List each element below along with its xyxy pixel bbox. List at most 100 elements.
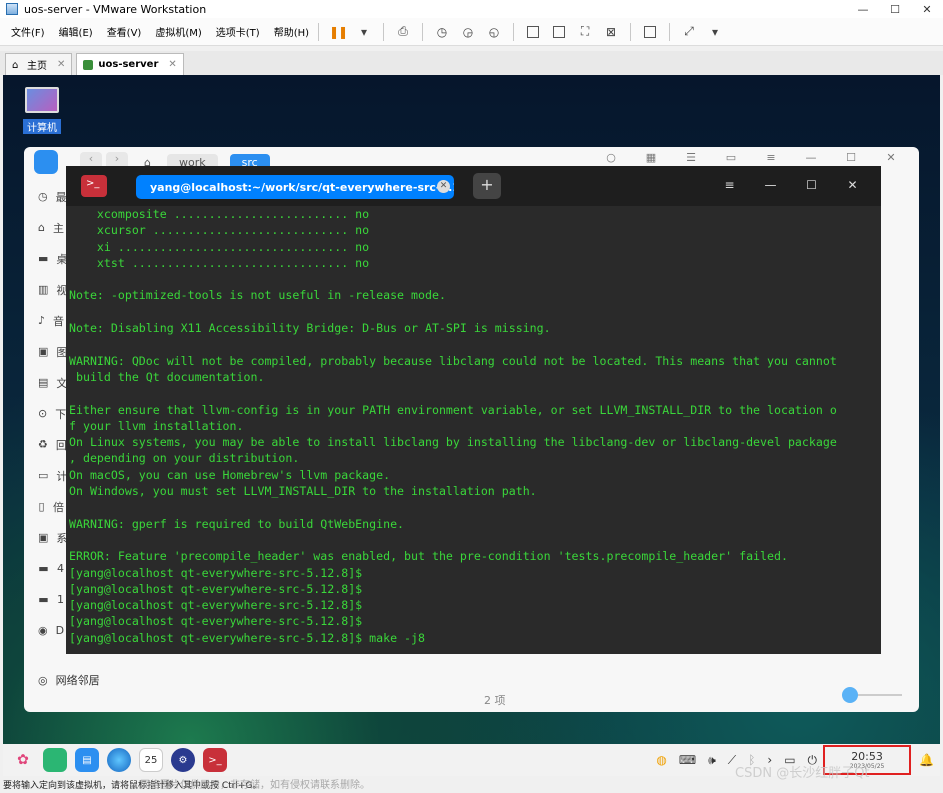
sidebar-item-disk-1[interactable]: ▬ 1 <box>24 584 64 615</box>
menu-vm[interactable]: 虚拟机(M) <box>152 24 204 39</box>
window-title: uos-server - VMware Workstation <box>24 2 207 16</box>
tab-home[interactable]: ⌂ 主页 ✕ <box>5 53 73 75</box>
terminal-tab[interactable]: yang@localhost:~/work/src/qt-everywhere-… <box>136 175 454 199</box>
browser-icon[interactable] <box>107 748 131 772</box>
home-icon: ⌂ <box>38 221 45 234</box>
snapshot-icon[interactable]: ◷ <box>432 22 452 42</box>
tab-close-icon[interactable]: ✕ <box>168 59 176 70</box>
close-icon[interactable]: ✕ <box>832 178 873 192</box>
sidebar-item-downloads[interactable]: ⊙ 下 <box>24 398 66 429</box>
terminal-line: On macOS, you can use Homebrew's llvm pa… <box>69 467 391 482</box>
sidebar-item-music[interactable]: ♪ 音 <box>24 305 64 336</box>
keyboard-icon[interactable]: ⌨ <box>679 753 696 767</box>
sidebar-item-desktop[interactable]: ▬ 桌 <box>24 243 67 274</box>
unity-icon[interactable]: ⊠ <box>601 22 621 42</box>
multitask-icon[interactable] <box>43 748 67 772</box>
menu-tabs[interactable]: 选项卡(T) <box>213 24 263 39</box>
launcher-icon[interactable]: ✿ <box>11 748 35 772</box>
sidebar-item-system[interactable]: ▣ 系 <box>24 522 67 553</box>
icon-view-icon[interactable]: ▦ <box>631 151 671 164</box>
menu-view[interactable]: 查看(V) <box>104 24 145 39</box>
sidebar-item-documents[interactable]: ▤ 文 <box>24 367 67 398</box>
sidebar-item-vault[interactable]: ▯ 倍 <box>24 491 64 522</box>
terminal-tab-title: yang@localhost:~/work/src/qt-everywhere-… <box>150 180 454 194</box>
volume-icon[interactable]: 🕪 <box>708 753 716 768</box>
trash-icon: ♻ <box>38 438 48 451</box>
menu-edit[interactable]: 编辑(E) <box>56 24 96 39</box>
menu-file[interactable]: 文件(F) <box>8 24 48 39</box>
sidebar-item-trash[interactable]: ♻ 回 <box>24 429 67 460</box>
terminal-line: [yang@localhost qt-everywhere-src-5.12.8… <box>69 581 363 596</box>
network-label: 网络邻居 <box>55 674 100 687</box>
new-tab-button[interactable]: + <box>473 173 501 199</box>
close-button[interactable]: ✕ <box>911 3 943 16</box>
notification-icon[interactable]: 🔔 <box>919 753 934 767</box>
sidebar-label: D <box>55 624 65 637</box>
terminal-line: xtst ............................... no <box>69 255 370 270</box>
file-manager-logo-icon <box>34 150 58 174</box>
toolbar-divider <box>513 22 515 41</box>
desktop-computer-icon[interactable]: 计算机 <box>23 87 61 134</box>
maximize-icon[interactable]: ☐ <box>831 151 871 164</box>
tab-uos-server[interactable]: uos-server ✕ <box>76 53 184 75</box>
sidebar-item-network[interactable]: ◎ 网络邻居 <box>38 672 100 688</box>
terminal-window[interactable]: >_ yang@localhost:~/work/src/qt-everywhe… <box>66 166 881 654</box>
close-icon[interactable]: ✕ <box>871 151 911 164</box>
menu-icon[interactable]: ≡ <box>751 151 791 164</box>
dropdown-arrow-icon[interactable]: ▾ <box>354 22 374 42</box>
sidebar-item-pictures[interactable]: ▣ 图 <box>24 336 67 367</box>
tab-close-icon[interactable]: ✕ <box>437 180 450 193</box>
sidebar-item-disk-d[interactable]: ◉ D <box>24 615 64 646</box>
maximize-icon[interactable]: ☐ <box>791 178 832 192</box>
settings-icon[interactable]: ⚙ <box>171 748 195 772</box>
minimize-button[interactable]: — <box>847 3 879 16</box>
vmware-logo-icon <box>6 3 18 15</box>
sidebar-label: 1 <box>57 593 64 606</box>
menu-help[interactable]: 帮助(H) <box>271 24 312 39</box>
file-manager-app-icon[interactable]: ▤ <box>75 748 99 772</box>
search-icon[interactable]: ○ <box>591 151 631 164</box>
maximize-button[interactable]: ☐ <box>879 3 911 16</box>
list-view-icon[interactable]: ☰ <box>671 151 711 164</box>
snapshot-manager-icon[interactable]: ◵ <box>484 22 504 42</box>
guest-screen[interactable]: 计算机 ‹ › ⌂ work src ○ ▦ ☰ ▭ ≡ — ☐ ✕ ◷ 最 ⌂ 主 <box>3 75 940 776</box>
send-keys-icon[interactable]: ⎙ <box>393 22 413 42</box>
terminal-output[interactable]: xcomposite ......................... no … <box>69 206 879 650</box>
thumbnail-icon[interactable] <box>549 22 569 42</box>
tab-close-icon[interactable]: ✕ <box>57 59 65 70</box>
minimize-icon[interactable]: — <box>750 178 791 192</box>
minimize-icon[interactable]: — <box>791 151 831 164</box>
calendar-icon[interactable]: 25 <box>139 748 163 772</box>
slider-handle[interactable] <box>842 687 858 703</box>
toolbar-divider <box>422 22 424 41</box>
sidebar-item-home[interactable]: ⌂ 主 <box>24 212 64 243</box>
sidebar-item-videos[interactable]: ▥ 视 <box>24 274 67 305</box>
watermark: CSDN @长沙红胖子Qt <box>735 766 870 781</box>
library-icon[interactable] <box>523 22 543 42</box>
stretch-icon[interactable]: ⤢ <box>679 22 699 42</box>
terminal-line: [yang@localhost qt-everywhere-src-5.12.8… <box>69 598 363 613</box>
sidebar-label: 最 <box>55 190 67 204</box>
input-method-icon[interactable]: ◍ <box>656 753 666 767</box>
details-icon[interactable]: ▭ <box>711 151 751 164</box>
terminal-line: f your llvm installation. <box>69 418 244 433</box>
sidebar-item-disk-4[interactable]: ▬ 4 <box>24 553 64 584</box>
zoom-slider[interactable] <box>842 687 902 703</box>
dropdown-arrow-icon[interactable]: ▾ <box>705 22 725 42</box>
sidebar-item-recent[interactable]: ◷ 最 <box>24 181 67 212</box>
toolbar-divider <box>669 22 671 41</box>
toolbar-divider <box>383 22 385 41</box>
terminal-app-icon[interactable]: >_ <box>203 748 227 772</box>
console-view-icon[interactable] <box>640 22 660 42</box>
disk-icon: ▬ <box>38 593 49 606</box>
pause-icon[interactable]: ❚❚ <box>328 22 348 42</box>
revert-snapshot-icon[interactable]: ◶ <box>458 22 478 42</box>
terminal-line: On Windows, you must set LLVM_INSTALL_DI… <box>69 484 537 499</box>
sidebar-item-computer[interactable]: ▭ 计 <box>24 460 67 491</box>
terminal-line: [yang@localhost qt-everywhere-src-5.12.8… <box>69 614 363 629</box>
file-manager-sidebar: ◷ 最 ⌂ 主 ▬ 桌 ▥ 视 ♪ 音 ▣ 图 ▤ 文 ⊙ 下 ♻ 回 ▭ 计 ▯ 倍 ▣ 系 ▬ 4 ▬… <box>24 177 67 677</box>
menu-icon[interactable]: ≡ <box>709 178 750 192</box>
fullscreen-icon[interactable]: ⛶ <box>575 22 595 42</box>
